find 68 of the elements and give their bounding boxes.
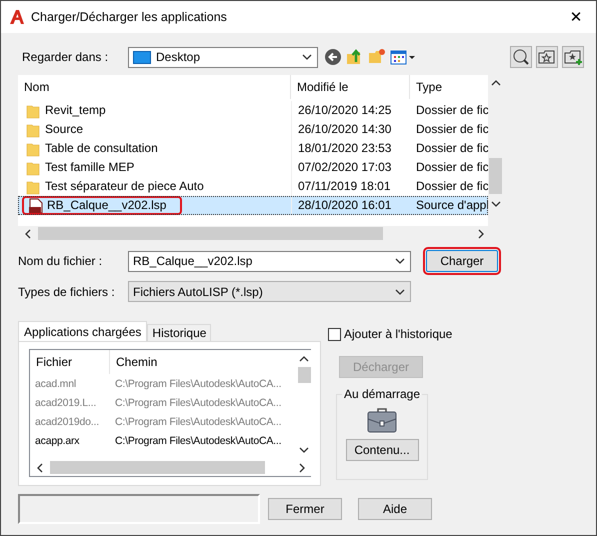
app-path: C:\Program Files\Autodesk\AutoCA... (114, 378, 282, 390)
scroll-thumb[interactable] (489, 158, 502, 194)
folder-icon (26, 140, 41, 156)
app-path: C:\Program Files\Autodesk\AutoCA... (114, 434, 282, 446)
checkbox-label: Ajouter à l'historique (344, 327, 452, 341)
file-type: Dossier de fic (415, 140, 488, 157)
folder-icon (26, 122, 41, 138)
favorites-icon (538, 48, 556, 66)
app-logo-icon (9, 9, 25, 25)
file-name-label: Nom du fichier : (18, 254, 104, 268)
find-icon (512, 48, 530, 66)
file-type: Dossier de fic (415, 121, 488, 138)
tab[interactable]: Historique (147, 324, 212, 341)
file-name: Test séparateur de piece Auto (45, 178, 204, 195)
file-types-dropdown[interactable]: Fichiers AutoLISP (*.lsp) (128, 281, 411, 302)
briefcase-icon (367, 407, 397, 433)
dialog-button[interactable]: Aide (358, 498, 432, 520)
checkbox[interactable] (328, 328, 341, 340)
add-favorite-button[interactable] (562, 46, 584, 68)
contents-button[interactable]: Contenu... (346, 439, 418, 461)
file-name-field[interactable]: RB_Calque__v202.lsp (128, 250, 411, 272)
modified-date: 26/10/2020 14:25 (291, 101, 410, 120)
lisp-file-icon (28, 198, 43, 213)
load-button[interactable]: Charger (426, 250, 498, 272)
favorites-button[interactable] (536, 46, 558, 68)
scroll-thumb[interactable] (298, 367, 310, 383)
app-file-name: acad2019.L... (34, 396, 98, 408)
find-button[interactable] (510, 46, 532, 68)
modified-date: 07/02/2020 17:03 (291, 158, 410, 177)
folder-icon (26, 178, 41, 194)
column-header[interactable]: Fichier (30, 350, 110, 374)
view-menu-icon[interactable] (390, 49, 416, 65)
back-icon[interactable] (324, 48, 342, 66)
file-name: Test famille MEP (45, 159, 134, 176)
folder-icon (26, 160, 41, 176)
new-folder-icon[interactable] (368, 48, 386, 66)
file-name: Table de consultation (45, 140, 158, 157)
look-in-label: Regarder dans : (21, 50, 110, 64)
dialog-button[interactable]: Fermer (268, 498, 342, 520)
modified-date: 28/10/2020 16:01 (291, 196, 410, 215)
look-in-dropdown[interactable]: Desktop (128, 46, 318, 68)
file-type: Dossier de fic (415, 102, 488, 119)
column-header[interactable]: Chemin (110, 350, 296, 374)
scroll-thumb[interactable] (50, 461, 265, 474)
app-file-name: acad2019do... (34, 416, 100, 428)
close-button[interactable]: ✕ (556, 1, 596, 33)
column-header[interactable]: Nom (18, 75, 291, 99)
modified-date: 26/10/2020 14:30 (291, 120, 410, 139)
desktop-icon (133, 50, 151, 64)
add-favorite-icon (564, 48, 582, 66)
app-file-name: acapp.arx (34, 434, 80, 446)
file-types-label: Types de fichiers : (18, 284, 116, 298)
file-name: Revit_temp (45, 102, 106, 119)
column-header[interactable]: Type (410, 75, 488, 99)
modified-date: 18/01/2020 23:53 (291, 139, 410, 158)
file-type: Dossier de fic (415, 178, 488, 195)
scroll-thumb[interactable] (38, 227, 383, 240)
file-name: Source (45, 121, 84, 138)
group-title: Au démarrage (342, 387, 422, 401)
app-path: C:\Program Files\Autodesk\AutoCA... (114, 396, 282, 408)
file-name: RB_Calque__v202.lsp (47, 198, 166, 213)
tab[interactable]: Applications chargées (18, 321, 148, 341)
app-file-name: acad.mnl (34, 378, 78, 390)
folder-icon (26, 102, 41, 118)
file-type: Dossier de fic (415, 159, 488, 176)
window-title: Charger/Décharger les applications (31, 10, 228, 24)
column-header[interactable]: Modifié le (291, 75, 410, 99)
app-path: C:\Program Files\Autodesk\AutoCA... (114, 416, 282, 428)
